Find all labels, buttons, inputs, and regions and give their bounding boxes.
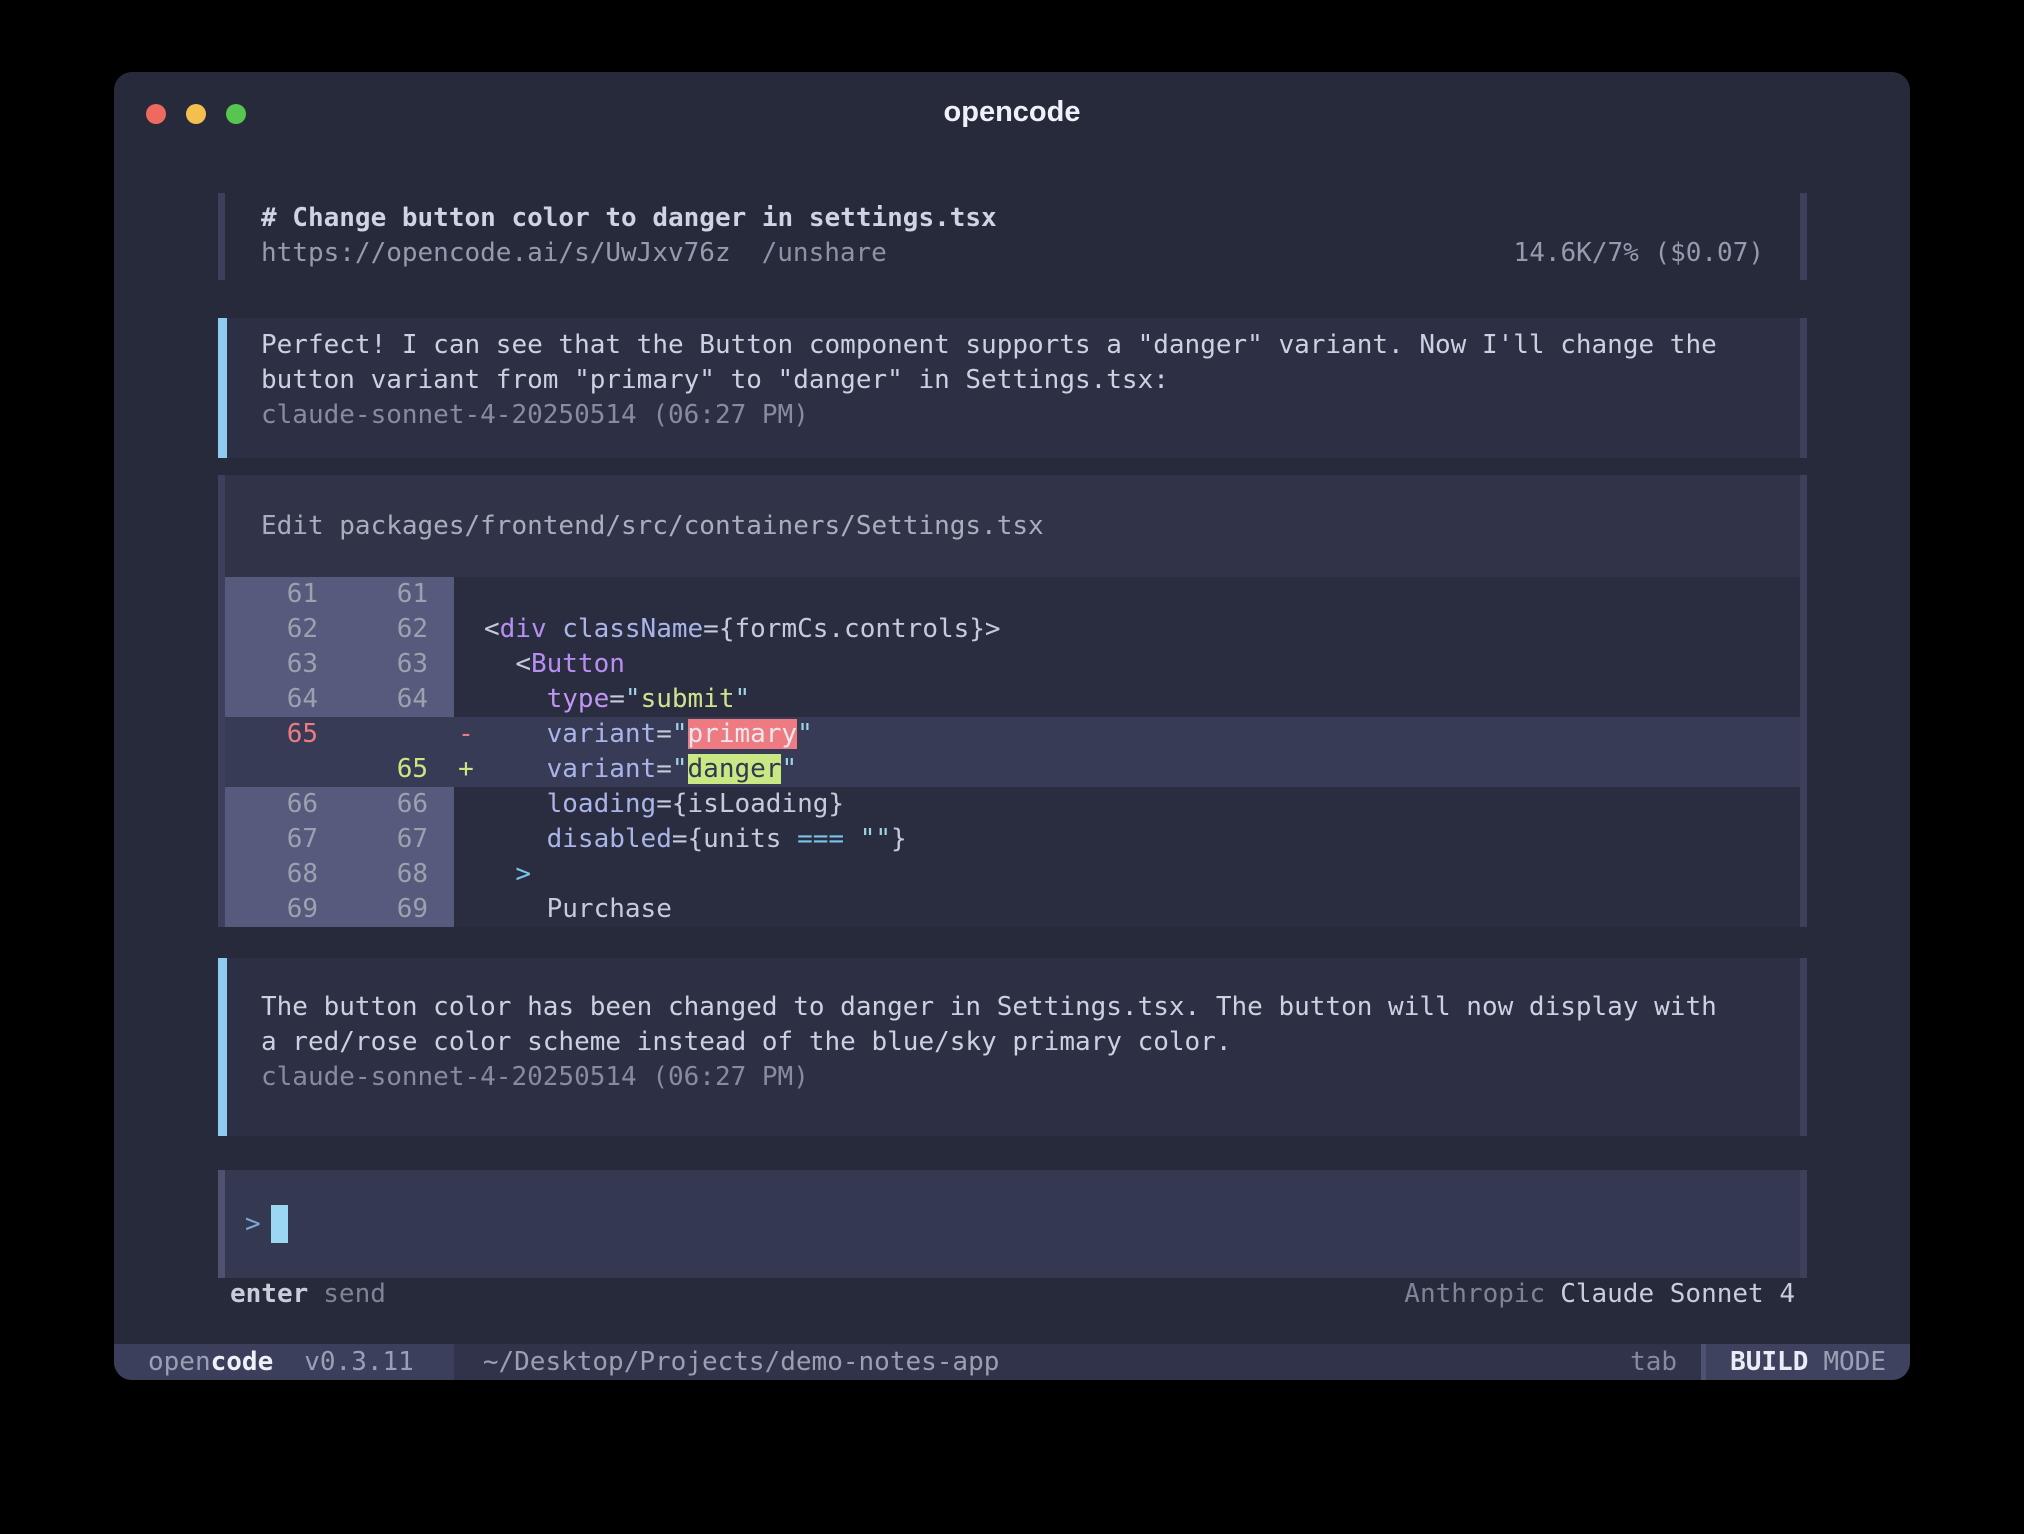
input-hint-row: enter send Anthropic Claude Sonnet 4 (218, 1277, 1807, 1312)
app-version: v0.3.11 (304, 1344, 414, 1380)
diff-marker (454, 682, 478, 717)
model-indicator: Anthropic Claude Sonnet 4 (1404, 1277, 1795, 1312)
diff-line-number-old: 64 (225, 682, 320, 717)
diff-line-number-new: 63 (320, 647, 430, 682)
diff-row: 6262 <div className={formCs.controls}> (225, 612, 1800, 647)
diff: 61616262 <div className={formCs.controls}… (225, 577, 1800, 927)
diff-line-number-new (320, 717, 430, 752)
session-header: # Change button color to danger in setti… (218, 193, 1807, 280)
diff-gutter-pad (430, 612, 454, 647)
diff-row: 6161 (225, 577, 1800, 612)
message-text-line: a red/rose color scheme instead of the b… (261, 1025, 1764, 1060)
app-name-open: open (148, 1344, 211, 1380)
message-text-line: The button color has been changed to dan… (261, 990, 1764, 1025)
diff-line-number-new: 64 (320, 682, 430, 717)
diff-code-line: <Button (478, 647, 1800, 682)
diff-marker (454, 892, 478, 927)
assistant-message: Perfect! I can see that the Button compo… (218, 318, 1807, 458)
send-hint: enter send (230, 1277, 386, 1312)
diff-line-number-new: 62 (320, 612, 430, 647)
assistant-message: The button color has been changed to dan… (218, 958, 1807, 1136)
tab-key-hint: tab (1630, 1344, 1677, 1380)
diff-marker: + (454, 752, 478, 787)
diff-line-number-old: 69 (225, 892, 320, 927)
diff-line-number-old (225, 752, 320, 787)
diff-code-line (478, 577, 1800, 612)
diff-code-line: disabled={units === ""} (478, 822, 1800, 857)
message-text-line: Perfect! I can see that the Button compo… (261, 328, 1764, 363)
diff-row: 6969 Purchase (225, 892, 1800, 927)
enter-key-hint: enter (230, 1279, 308, 1309)
share-url: https://opencode.ai/s/UwJxv76z (261, 238, 731, 268)
diff-marker (454, 647, 478, 682)
text-cursor-icon (271, 1205, 288, 1243)
diff-gutter-pad (430, 787, 454, 822)
context-stats: 14.6K/7% ($0.07) (1514, 236, 1764, 271)
diff-gutter-pad (430, 682, 454, 717)
diff-line-number-old: 63 (225, 647, 320, 682)
diff-line-number-old: 62 (225, 612, 320, 647)
message-text-line: button variant from "primary" to "danger… (261, 363, 1764, 398)
diff-code-line: > (478, 857, 1800, 892)
diff-line-number-old: 65 (225, 717, 320, 752)
diff-code-line: <div className={formCs.controls}> (478, 612, 1800, 647)
diff-marker: - (454, 717, 478, 752)
diff-row: 6363 <Button (225, 647, 1800, 682)
diff-gutter-pad (430, 857, 454, 892)
diff-line-number-new: 69 (320, 892, 430, 927)
diff-code-line: type="submit" (478, 682, 1800, 717)
edit-tool-title: Edit packages/frontend/src/containers/Se… (225, 475, 1800, 577)
diff-line-number-new: 65 (320, 752, 430, 787)
app-name-code: code (211, 1344, 274, 1380)
model-meta: claude-sonnet-4-20250514 (06:27 PM) (261, 1060, 1764, 1095)
provider-label: Anthropic (1404, 1279, 1545, 1309)
share-url-line: https://opencode.ai/s/UwJxv76z/unshare (261, 236, 887, 271)
diff-line-number-old: 61 (225, 577, 320, 612)
diff-line-number-old: 67 (225, 822, 320, 857)
model-label: Claude Sonnet 4 (1560, 1279, 1795, 1309)
diff-code-line: variant="primary" (478, 717, 1800, 752)
status-bar: opencode v0.3.11 ~/Desktop/Projects/demo-… (114, 1344, 1910, 1380)
diff-marker (454, 822, 478, 857)
mode-suffix: MODE (1823, 1344, 1886, 1380)
diff-row: 6666 loading={isLoading} (225, 787, 1800, 822)
diff-row: 6464 type="submit" (225, 682, 1800, 717)
unshare-command: /unshare (762, 238, 887, 268)
mode-name: BUILD (1730, 1344, 1808, 1380)
diff-line-number-old: 68 (225, 857, 320, 892)
diff-row: 65 + variant="danger" (225, 752, 1800, 787)
diff-marker (454, 612, 478, 647)
prompt-input[interactable]: > (218, 1170, 1807, 1278)
diff-code-line: Purchase (478, 892, 1800, 927)
diff-row: 6767 disabled={units === ""} (225, 822, 1800, 857)
diff-gutter-pad (430, 892, 454, 927)
diff-line-number-old: 66 (225, 787, 320, 822)
diff-gutter-pad (430, 647, 454, 682)
window-title: opencode (114, 96, 1910, 129)
diff-line-number-new: 67 (320, 822, 430, 857)
diff-code-line: variant="danger" (478, 752, 1800, 787)
diff-marker (454, 577, 478, 612)
diff-row: 65 - variant="primary" (225, 717, 1800, 752)
diff-line-number-new: 61 (320, 577, 430, 612)
diff-marker (454, 857, 478, 892)
prompt-chevron-icon: > (245, 1207, 261, 1242)
diff-line-number-new: 66 (320, 787, 430, 822)
diff-gutter-pad (430, 717, 454, 752)
app-version-segment: opencode v0.3.11 (114, 1344, 454, 1380)
send-label: send (323, 1279, 386, 1309)
diff-gutter-pad (430, 752, 454, 787)
diff-row: 6868 > (225, 857, 1800, 892)
edit-tool-block: Edit packages/frontend/src/containers/Se… (218, 475, 1807, 927)
diff-gutter-pad (430, 577, 454, 612)
diff-gutter-pad (430, 822, 454, 857)
app-window: opencode # Change button color to danger… (114, 72, 1910, 1380)
diff-marker (454, 787, 478, 822)
session-title: # Change button color to danger in setti… (261, 201, 1764, 236)
model-meta: claude-sonnet-4-20250514 (06:27 PM) (261, 398, 1764, 433)
diff-line-number-new: 68 (320, 857, 430, 892)
diff-code-line: loading={isLoading} (478, 787, 1800, 822)
working-directory: ~/Desktop/Projects/demo-notes-app (483, 1344, 1000, 1380)
mode-segment: BUILD MODE (1706, 1344, 1910, 1380)
